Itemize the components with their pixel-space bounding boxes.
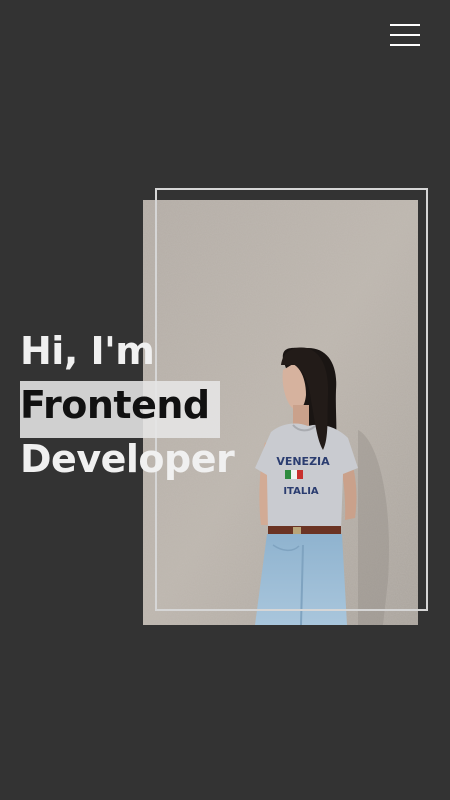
menu-bar [390,34,420,36]
menu-bar [390,24,420,26]
hero-heading: Hi, I'm Frontend Developer [20,324,235,486]
hero-line-role: Frontend [20,383,210,427]
hamburger-menu-icon[interactable] [388,22,422,48]
hero-line-title: Developer [20,437,235,481]
hero-line-highlight: Frontend [20,378,220,438]
portfolio-page: VENEZIA ITALIA Hi, I'm Frontend Develope… [0,0,450,800]
hero-line-greeting: Hi, I'm [20,329,155,373]
menu-bar [390,44,420,46]
